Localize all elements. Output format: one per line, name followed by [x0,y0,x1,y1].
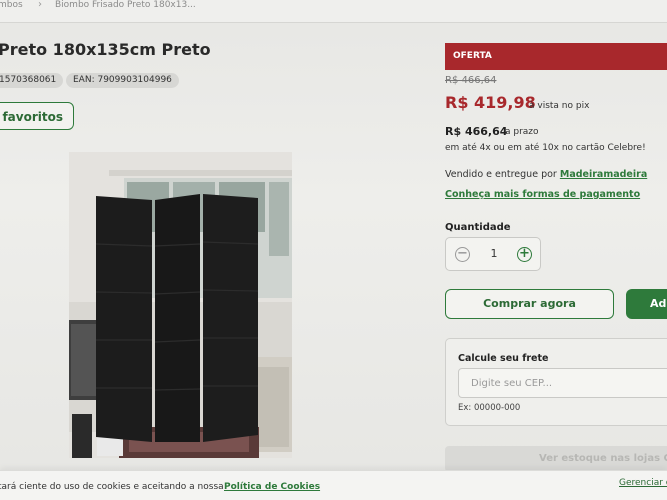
pix-price: R$ 419,98 [445,93,536,112]
manage-cookies-link[interactable]: Gerenciar c [619,478,667,488]
quantity-label: Quantidade [445,222,511,233]
product-image[interactable] [69,152,292,458]
cep-example: Ex: 00000-000 [458,403,521,413]
cep-input[interactable] [458,368,667,398]
store-stock-button[interactable]: Ver estoque nas lojas Ge [445,446,667,472]
plus-icon[interactable]: + [517,247,532,262]
breadcrumb-item-current: Biombo Frisado Preto 180x13... [55,0,196,10]
ean-badge: EAN: 7909903104996 [66,73,179,88]
product-page: mbos › Biombo Frisado Preto 180x13... Pr… [0,0,667,500]
room-divider-photo-icon [69,152,292,458]
installment-conditions: em até 4x ou em até 10x no cartão Celebr… [445,143,646,153]
shipping-title: Calcule seu frete [458,353,549,364]
pix-note: à vista no pix [529,101,590,111]
breadcrumb-separator-icon: › [38,0,42,10]
purchase-panel: OFERTA R$ 466,64 R$ 419,98 à vista no pi… [445,0,667,500]
offer-badge: OFERTA [445,43,667,70]
add-to-cart-button[interactable]: Adi [626,289,667,319]
add-to-favorites-button[interactable]: e favoritos [0,102,74,130]
minus-icon[interactable]: − [455,247,470,262]
cookie-text: tará ciente do uso de cookies e aceitand… [0,482,224,492]
installment-note: a prazo [505,127,539,137]
seller-link[interactable]: Madeiramadeira [560,169,647,180]
payment-options-link[interactable]: Conheça mais formas de pagamento [445,189,640,200]
shipping-calculator: Calcule seu frete Ex: 00000-000 [445,338,667,426]
product-title: Preto 180x135cm Preto [0,40,211,59]
breadcrumb-item-category[interactable]: mbos [0,0,23,10]
cookie-banner: tará ciente do uso de cookies e aceitand… [0,470,667,500]
cookie-policy-link[interactable]: Política de Cookies [224,482,320,492]
old-price: R$ 466,64 [445,75,497,86]
quantity-stepper: − 1 + [445,237,541,271]
installment-price: R$ 466,64 [445,125,508,138]
quantity-value[interactable]: 1 [486,247,502,260]
seller-info: Vendido e entregue por Madeiramadeira [445,169,647,180]
buy-now-button[interactable]: Comprar agora [445,289,614,319]
seller-prefix: Vendido e entregue por [445,169,557,180]
product-code-badge: 1570368061 [0,73,64,88]
